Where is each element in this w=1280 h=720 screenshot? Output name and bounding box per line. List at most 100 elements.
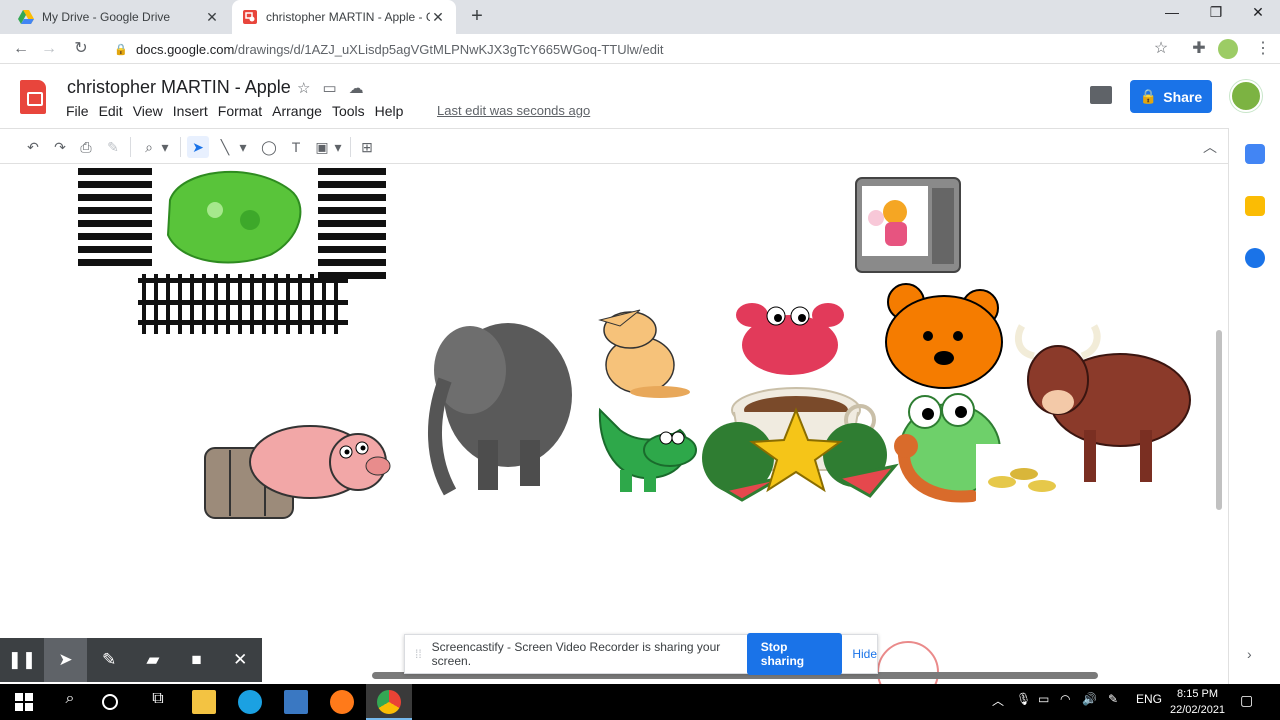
pen-icon[interactable]: ✎ [87,638,131,682]
menu-insert[interactable]: Insert [173,103,208,119]
collapse-toolbar-icon[interactable]: ︿ [1199,136,1221,158]
url-path: /drawings/d/1AZJ_uXLisdp5agVGtMLPNwKJX3g… [234,41,664,57]
pig-image[interactable] [204,425,391,519]
eraser-icon[interactable]: ▰ [131,638,175,682]
bear-image[interactable] [885,283,1003,389]
pen-workspace-icon[interactable]: ✎ [1108,692,1118,706]
stop-sharing-button[interactable]: Stop sharing [746,633,843,675]
menu-arrange[interactable]: Arrange [272,103,322,119]
bookmark-star-icon[interactable]: ☆ [1150,38,1172,60]
windows-taskbar: ⌕ ⧉ ︿ 🎙 ▭ ◠ 🔊 ✎ ENG 8:15 PM 22/02/2021 ▢ [0,684,1280,720]
crab-image[interactable] [736,303,844,375]
windows-start-icon[interactable] [12,690,36,714]
extensions-icon[interactable]: ✚ [1188,38,1210,60]
search-icon[interactable]: ⌕ [58,690,82,714]
hide-button[interactable]: Hide [852,647,877,661]
close-window-button[interactable]: ✕ [1238,4,1278,26]
pointer-icon[interactable]: ➤ [43,638,88,682]
date: 22/02/2021 [1170,704,1226,716]
comment-icon[interactable] [1090,86,1112,104]
undo-icon[interactable]: ↶ [22,136,44,158]
tv-image[interactable] [855,177,961,273]
clock[interactable]: 8:15 PM 22/02/2021 [1170,686,1225,718]
maximize-button[interactable]: ❐ [1196,4,1236,26]
canvas-art [78,164,1191,684]
cloud-status-icon[interactable]: ☁ [349,79,364,97]
google-drive-icon [18,10,34,24]
microphone-icon[interactable]: 🎙 [1016,692,1031,706]
url-field[interactable]: 🔒 docs.google.com/drawings/d/1AZJ_uXLisd… [104,37,1184,61]
redo-icon[interactable]: ↷ [49,136,71,158]
share-button[interactable]: 🔒 Share [1130,80,1212,113]
drag-handle-icon[interactable]: ⁞⁞ [415,647,422,661]
shape-tool-icon[interactable]: ◯ [258,136,280,158]
volume-icon[interactable]: 🔊 [1082,692,1097,706]
select-pointer-icon[interactable]: ➤ [187,136,209,158]
zoom-icon[interactable]: ⌕ [138,136,160,158]
menu-tools[interactable]: Tools [332,103,365,119]
edge-icon[interactable] [238,690,262,714]
close-tab-icon[interactable]: ✕ [430,9,446,26]
fence-image[interactable] [138,274,348,334]
drawings-logo-icon[interactable] [20,80,46,114]
camera-icon[interactable]: ■ [175,638,219,682]
notifications-icon[interactable]: ▢ [1240,692,1253,709]
expand-panel-icon[interactable]: › [1247,646,1252,662]
cortana-icon[interactable] [102,694,118,710]
document-title[interactable]: christopher MARTIN - Apple [67,77,291,98]
minimize-button[interactable]: — [1152,4,1192,26]
dinosaur-image[interactable] [598,407,697,492]
chevron-down-icon[interactable]: ▾ [331,136,345,158]
chevron-down-icon[interactable]: ▾ [236,136,250,158]
window-blinds-image[interactable] [78,164,386,279]
move-folder-icon[interactable]: ▭ [322,79,336,97]
rabbit-image[interactable] [598,309,690,398]
firefox-icon[interactable] [330,690,354,714]
language-indicator[interactable]: ENG [1136,692,1162,706]
reload-button[interactable]: ↻ [70,38,92,60]
paint-format-icon[interactable]: ✎ [102,136,124,158]
print-icon[interactable]: ⎙ [75,136,97,158]
menu-view[interactable]: View [133,103,163,119]
share-label: Share [1163,88,1203,105]
menu-file[interactable]: File [66,103,89,119]
chevron-down-icon[interactable]: ▾ [158,136,172,158]
wifi-icon[interactable]: ◠ [1060,692,1070,706]
elephant-image[interactable] [427,323,572,496]
menu-bar: File Edit View Insert Format Arrange Too… [66,103,413,119]
tray-chevron-icon[interactable]: ︿ [992,692,1004,709]
close-icon[interactable]: ✕ [218,638,262,682]
screen-share-notice: ⁞⁞ Screencastify - Screen Video Recorder… [404,633,878,675]
menu-edit[interactable]: Edit [99,103,123,119]
battery-icon[interactable]: ▭ [1038,692,1049,706]
account-avatar[interactable] [1230,80,1262,112]
file-explorer-icon[interactable] [192,690,216,714]
last-edit-link[interactable]: Last edit was seconds ago [437,103,590,118]
star-icon[interactable]: ☆ [297,79,310,97]
line-tool-icon[interactable]: ╲ [214,136,236,158]
image-icon[interactable]: ▣ [311,136,333,158]
chrome-taskbar-button[interactable] [366,684,412,720]
forward-button[interactable]: → [38,38,60,60]
store-icon[interactable] [284,690,308,714]
calendar-icon[interactable] [1245,144,1265,164]
tab-my-drive[interactable]: My Drive - Google Drive ✕ [8,0,230,34]
drawing-canvas[interactable] [0,164,1228,684]
profile-avatar[interactable] [1218,39,1238,59]
add-comment-icon[interactable]: ⊞ [356,136,378,158]
pills-image[interactable] [976,444,1060,506]
tab-drawing[interactable]: christopher MARTIN - Apple - Go ✕ [232,0,456,34]
text-box-icon[interactable]: T [285,136,307,158]
close-tab-icon[interactable]: ✕ [204,9,220,26]
task-view-icon[interactable]: ⧉ [146,690,170,714]
keep-icon[interactable] [1245,196,1265,216]
side-panel: › [1228,128,1280,684]
tasks-icon[interactable] [1245,248,1265,268]
pause-icon[interactable]: ❚❚ [0,638,44,682]
back-button[interactable]: ← [10,38,32,60]
menu-help[interactable]: Help [375,103,404,119]
chrome-menu-icon[interactable]: ⋮ [1252,38,1274,60]
menu-format[interactable]: Format [218,103,262,119]
vertical-scrollbar[interactable] [1216,330,1222,510]
new-tab-button[interactable]: + [466,6,488,28]
